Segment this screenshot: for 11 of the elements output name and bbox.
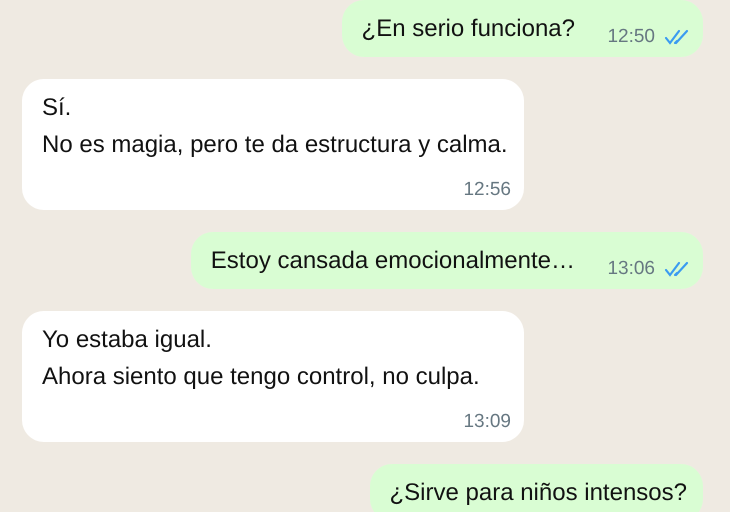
message-text: No es magia, pero te da estructura y calma. bbox=[42, 131, 508, 158]
message-text: ¿En serio funciona? bbox=[362, 15, 575, 42]
message-text: ¿Sirve para niños intensos? bbox=[390, 479, 687, 506]
message-time: 13:06 bbox=[607, 257, 655, 281]
message-time: 12:56 bbox=[463, 178, 511, 202]
message-text: Yo estaba igual. bbox=[42, 326, 212, 353]
message-text: Estoy cansada emocionalmente… bbox=[210, 247, 575, 274]
message-text: Sí. bbox=[42, 94, 72, 121]
message-text: Ahora siento que tengo control, no culpa. bbox=[42, 363, 480, 390]
message-time: 12:50 bbox=[607, 25, 655, 49]
message-time: 13:09 bbox=[463, 410, 511, 434]
